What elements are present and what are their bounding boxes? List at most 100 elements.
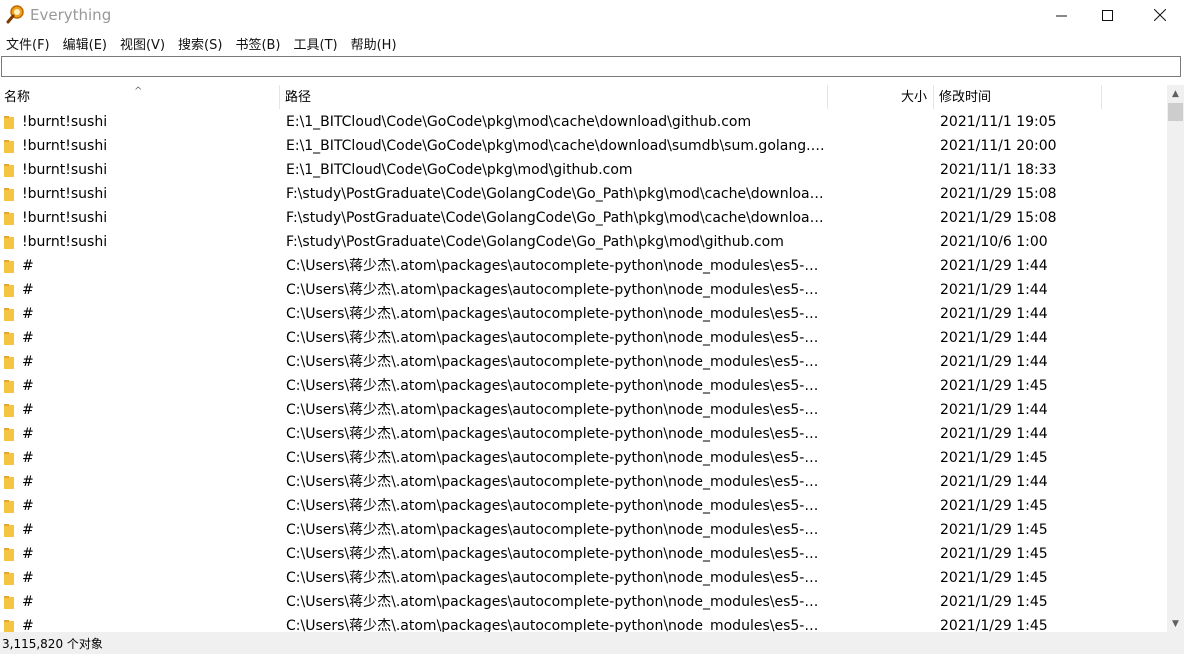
- status-bar: 3,115,820 个对象: [0, 632, 1184, 654]
- table-row[interactable]: # C:\Users\蒋少杰\.atom\packages\autocomplet…: [0, 422, 1167, 446]
- table-row[interactable]: # C:\Users\蒋少杰\.atom\packages\autocomplet…: [0, 398, 1167, 422]
- scroll-thumb[interactable]: [1168, 103, 1183, 121]
- row-path: C:\Users\蒋少杰\.atom\packages\autocomplete…: [286, 522, 826, 538]
- row-date: 2021/1/29 15:08: [940, 186, 1057, 202]
- table-row[interactable]: !burnt!sushi F:\study\PostGraduate\Code\G…: [0, 206, 1167, 230]
- row-name: #: [22, 546, 34, 562]
- row-date: 2021/10/6 1:00: [940, 234, 1048, 250]
- table-row[interactable]: # C:\Users\蒋少杰\.atom\packages\autocomplet…: [0, 302, 1167, 326]
- column-path-label: 路径: [285, 90, 312, 105]
- row-name: #: [22, 474, 34, 490]
- row-date: 2021/11/1 20:00: [940, 138, 1057, 154]
- folder-icon: [4, 212, 14, 225]
- row-name: !burnt!sushi: [22, 186, 108, 202]
- row-date: 2021/1/29 1:44: [940, 474, 1048, 490]
- row-name: !burnt!sushi: [22, 210, 108, 226]
- table-row[interactable]: !burnt!sushi E:\1_BITCloud\Code\GoCode\pk…: [0, 110, 1167, 134]
- table-row[interactable]: # C:\Users\蒋少杰\.atom\packages\autocomplet…: [0, 446, 1167, 470]
- row-path: C:\Users\蒋少杰\.atom\packages\autocomplete…: [286, 402, 826, 418]
- column-header-path[interactable]: 路径: [280, 85, 828, 109]
- table-row[interactable]: # C:\Users\蒋少杰\.atom\packages\autocomplet…: [0, 494, 1167, 518]
- row-name: #: [22, 258, 34, 274]
- row-path: E:\1_BITCloud\Code\GoCode\pkg\mod\github…: [286, 162, 633, 178]
- table-row[interactable]: # C:\Users\蒋少杰\.atom\packages\autocomplet…: [0, 350, 1167, 374]
- table-row[interactable]: # C:\Users\蒋少杰\.atom\packages\autocomplet…: [0, 374, 1167, 398]
- table-row[interactable]: !burnt!sushi F:\study\PostGraduate\Code\G…: [0, 230, 1167, 254]
- row-name: #: [22, 330, 34, 346]
- table-row[interactable]: !burnt!sushi E:\1_BITCloud\Code\GoCode\pk…: [0, 158, 1167, 182]
- row-name: #: [22, 282, 34, 298]
- row-date: 2021/1/29 15:08: [940, 210, 1057, 226]
- menu-help[interactable]: 帮助(H): [345, 31, 403, 53]
- row-name: #: [22, 306, 34, 322]
- row-path: C:\Users\蒋少杰\.atom\packages\autocomplete…: [286, 354, 826, 370]
- maximize-button[interactable]: [1084, 0, 1130, 30]
- menu-edit[interactable]: 编辑(E): [57, 31, 113, 53]
- close-button[interactable]: [1136, 0, 1184, 30]
- table-row[interactable]: # C:\Users\蒋少杰\.atom\packages\autocomplet…: [0, 542, 1167, 566]
- row-path: C:\Users\蒋少杰\.atom\packages\autocomplete…: [286, 570, 826, 586]
- row-name: !burnt!sushi: [22, 234, 108, 250]
- row-date: 2021/1/29 1:45: [940, 618, 1048, 632]
- menu-file[interactable]: 文件(F): [0, 31, 56, 53]
- folder-icon: [4, 404, 14, 417]
- row-date: 2021/1/29 1:44: [940, 258, 1048, 274]
- table-row[interactable]: # C:\Users\蒋少杰\.atom\packages\autocomplet…: [0, 518, 1167, 542]
- column-header: 名称 ^ 路径 大小 修改时间: [0, 85, 1167, 109]
- menu-view[interactable]: 视图(V): [114, 31, 171, 53]
- results-list: !burnt!sushi E:\1_BITCloud\Code\GoCode\pk…: [0, 110, 1167, 632]
- row-name: #: [22, 402, 34, 418]
- folder-icon: [4, 524, 14, 537]
- table-row[interactable]: # C:\Users\蒋少杰\.atom\packages\autocomplet…: [0, 278, 1167, 302]
- row-date: 2021/1/29 1:45: [940, 522, 1048, 538]
- folder-icon: [4, 596, 14, 609]
- row-path: C:\Users\蒋少杰\.atom\packages\autocomplete…: [286, 450, 826, 466]
- menu-search[interactable]: 搜索(S): [172, 31, 228, 53]
- column-header-size[interactable]: 大小: [828, 85, 934, 109]
- object-count: 3,115,820 个对象: [2, 637, 103, 651]
- row-date: 2021/1/29 1:45: [940, 546, 1048, 562]
- column-date-label: 修改时间: [939, 90, 992, 105]
- minimize-button[interactable]: [1038, 0, 1084, 30]
- table-row[interactable]: # C:\Users\蒋少杰\.atom\packages\autocomplet…: [0, 614, 1167, 632]
- folder-icon: [4, 356, 14, 369]
- folder-icon: [4, 116, 14, 129]
- row-name: !burnt!sushi: [22, 162, 108, 178]
- table-row[interactable]: # C:\Users\蒋少杰\.atom\packages\autocomplet…: [0, 590, 1167, 614]
- folder-icon: [4, 428, 14, 441]
- menu-bar: 文件(F) 编辑(E) 视图(V) 搜索(S) 书签(B) 工具(T) 帮助(H…: [0, 31, 1184, 53]
- sort-ascending-icon: ^: [134, 86, 143, 97]
- table-row[interactable]: # C:\Users\蒋少杰\.atom\packages\autocomplet…: [0, 470, 1167, 494]
- vertical-scrollbar[interactable]: ▲ ▼: [1167, 85, 1184, 632]
- row-path: C:\Users\蒋少杰\.atom\packages\autocomplete…: [286, 378, 826, 394]
- table-row[interactable]: !burnt!sushi E:\1_BITCloud\Code\GoCode\pk…: [0, 134, 1167, 158]
- folder-icon: [4, 332, 14, 345]
- row-date: 2021/1/29 1:45: [940, 450, 1048, 466]
- folder-icon: [4, 260, 14, 273]
- menu-bookmarks[interactable]: 书签(B): [229, 31, 286, 53]
- row-name: #: [22, 522, 34, 538]
- row-path: C:\Users\蒋少杰\.atom\packages\autocomplete…: [286, 618, 826, 632]
- folder-icon: [4, 284, 14, 297]
- column-header-date[interactable]: 修改时间: [934, 85, 1102, 109]
- row-name: #: [22, 594, 34, 610]
- title-bar: Everything: [0, 0, 1184, 30]
- folder-icon: [4, 500, 14, 513]
- row-path: F:\study\PostGraduate\Code\GolangCode\Go…: [286, 186, 826, 202]
- row-path: C:\Users\蒋少杰\.atom\packages\autocomplete…: [286, 282, 826, 298]
- table-row[interactable]: # C:\Users\蒋少杰\.atom\packages\autocomplet…: [0, 254, 1167, 278]
- folder-icon: [4, 572, 14, 585]
- table-row[interactable]: # C:\Users\蒋少杰\.atom\packages\autocomplet…: [0, 326, 1167, 350]
- scroll-up-arrow-icon[interactable]: ▲: [1167, 85, 1184, 102]
- scroll-down-arrow-icon[interactable]: ▼: [1167, 615, 1184, 632]
- row-path: C:\Users\蒋少杰\.atom\packages\autocomplete…: [286, 306, 826, 322]
- menu-tools[interactable]: 工具(T): [288, 31, 344, 53]
- column-name-label: 名称: [4, 90, 31, 105]
- table-row[interactable]: # C:\Users\蒋少杰\.atom\packages\autocomplet…: [0, 566, 1167, 590]
- row-path: C:\Users\蒋少杰\.atom\packages\autocomplete…: [286, 498, 826, 514]
- folder-icon: [4, 620, 14, 632]
- search-input[interactable]: [1, 56, 1181, 77]
- row-name: #: [22, 570, 34, 586]
- table-row[interactable]: !burnt!sushi F:\study\PostGraduate\Code\G…: [0, 182, 1167, 206]
- column-header-name[interactable]: 名称 ^: [0, 85, 280, 109]
